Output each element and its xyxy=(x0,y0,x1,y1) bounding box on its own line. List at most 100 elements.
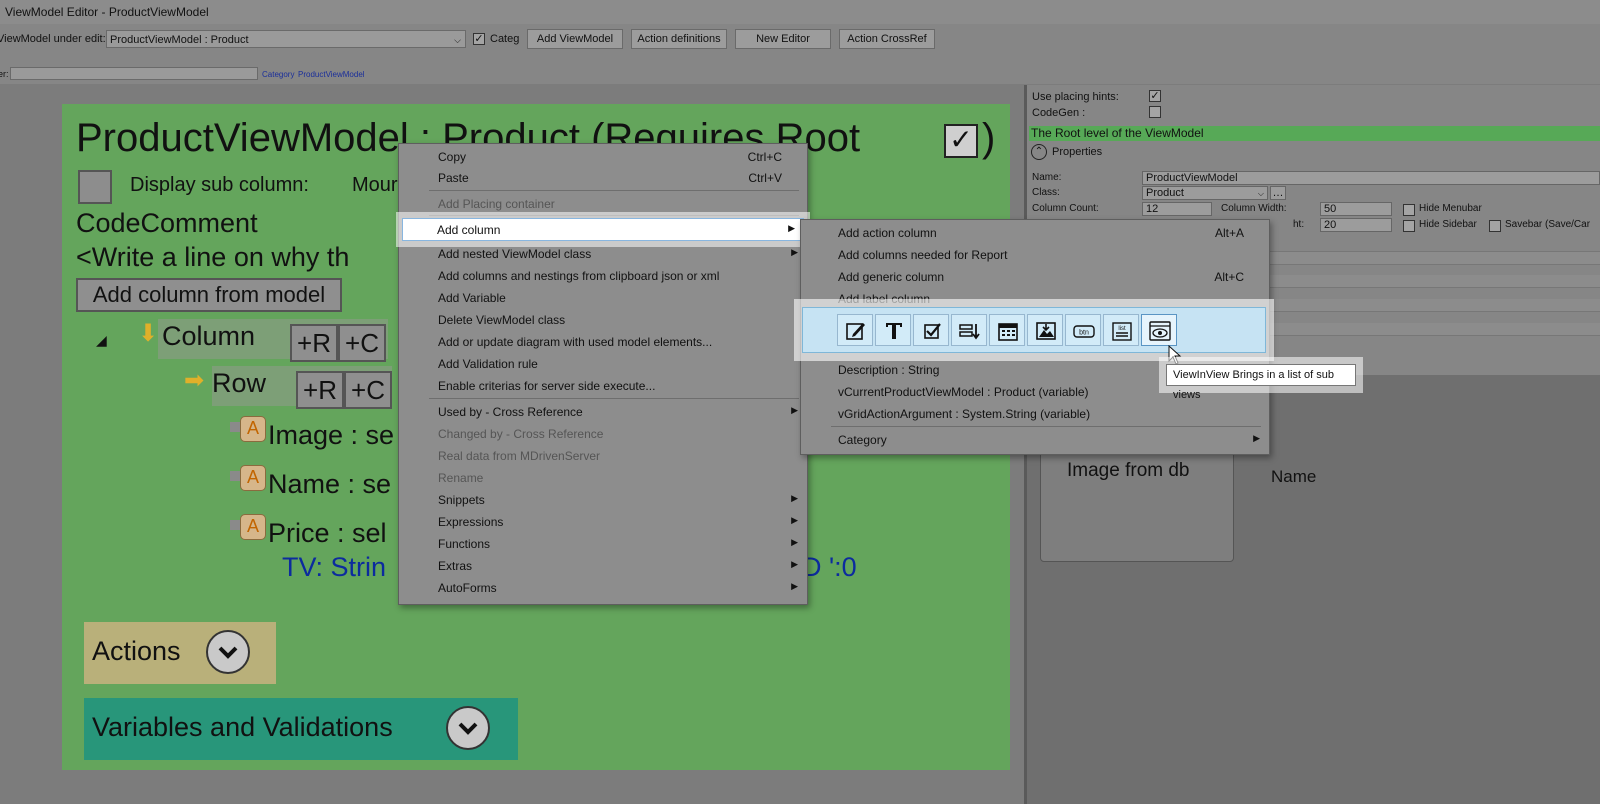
display-sub-columns-checkbox[interactable] xyxy=(78,170,112,204)
menu-item-label: Add columns and nestings from clipboard … xyxy=(438,269,720,283)
column-count-field[interactable]: 12 xyxy=(1142,202,1212,216)
menu-item-add-variable[interactable]: Add Variable xyxy=(400,287,806,308)
column-label[interactable]: Column xyxy=(162,321,255,352)
calendar-icon[interactable] xyxy=(989,314,1025,346)
filter-input[interactable] xyxy=(10,67,258,80)
categ-checkbox[interactable]: ✓ xyxy=(473,33,485,45)
menu-item-paste[interactable]: Paste Ctrl+V xyxy=(400,167,806,188)
chevron-down-icon[interactable] xyxy=(446,706,490,750)
menu-item-enable-criterias[interactable]: Enable criterias for server side execute… xyxy=(400,375,806,396)
class-select-value: Product xyxy=(1146,187,1184,199)
hide-sidebar-checkbox[interactable] xyxy=(1403,220,1415,232)
viewinview-tooltip: ViewInView Brings in a list of sub views xyxy=(1166,364,1356,401)
submenu-item-columns-for-report[interactable]: Add columns needed for Report xyxy=(802,244,1268,265)
submenu-arrow-icon: ▶ xyxy=(791,581,798,591)
submenu-item-add-action-column[interactable]: Add action column Alt+A xyxy=(802,222,1268,243)
column-width-label: Column Width: xyxy=(1221,203,1287,214)
collapse-up-icon[interactable]: ⌃ xyxy=(1031,144,1047,160)
image-icon[interactable] xyxy=(1027,314,1063,346)
viewmodel-select[interactable]: ProductViewModel : Product ⌵ xyxy=(106,30,466,48)
menu-separator xyxy=(429,398,799,399)
combo-icon[interactable] xyxy=(951,314,987,346)
checkbox-icon[interactable] xyxy=(913,314,949,346)
menu-item-copy[interactable]: Copy Ctrl+C xyxy=(400,146,806,167)
tv-string-line: TV: Strin xyxy=(282,552,387,582)
variables-section[interactable]: Variables and Validations xyxy=(84,698,518,760)
viewinview-icon[interactable] xyxy=(1141,314,1177,346)
class-browse-button[interactable]: … xyxy=(1270,186,1286,200)
variables-label: Variables and Validations xyxy=(92,712,393,742)
menu-item-real-data[interactable]: Real data from MDrivenServer xyxy=(400,445,806,466)
menu-item-add-nested-viewmodel[interactable]: Add nested ViewModel class ▶ xyxy=(400,243,806,264)
menu-item-autoforms[interactable]: AutoForms ▶ xyxy=(400,577,806,598)
code-comment-text[interactable]: <Write a line on why th xyxy=(76,242,349,273)
menu-item-used-by[interactable]: Used by - Cross Reference ▶ xyxy=(400,401,806,422)
menu-item-add-from-clipboard[interactable]: Add columns and nestings from clipboard … xyxy=(400,265,806,286)
viewmodel-title-close: ) xyxy=(982,116,996,160)
submenu-arrow-icon: ▶ xyxy=(791,493,798,503)
text-icon[interactable] xyxy=(875,314,911,346)
action-definitions-button[interactable]: Action definitions xyxy=(631,29,727,49)
property-row xyxy=(1267,251,1600,265)
column-width-field[interactable]: 50 xyxy=(1320,202,1392,216)
height-field[interactable]: 20 xyxy=(1320,218,1392,232)
menu-item-label: Add action column xyxy=(838,226,937,240)
collapse-triangle-icon[interactable]: ◢ xyxy=(96,332,107,349)
submenu-item-add-generic-column[interactable]: Add generic column Alt+C xyxy=(802,266,1268,287)
menu-item-label: Snippets xyxy=(438,493,485,507)
row-label[interactable]: Row xyxy=(212,368,266,399)
menu-item-delete-viewmodel[interactable]: Delete ViewModel class xyxy=(400,309,806,330)
hide-menubar-checkbox[interactable] xyxy=(1403,204,1415,216)
category-value[interactable]: ProductViewModel xyxy=(298,70,365,79)
viewmodel-select-value: ProductViewModel : Product xyxy=(110,34,249,46)
menu-item-extras[interactable]: Extras ▶ xyxy=(400,555,806,576)
savebar-checkbox[interactable] xyxy=(1489,220,1501,232)
menu-item-add-column[interactable]: Add column ▶ xyxy=(402,218,804,241)
menu-item-snippets[interactable]: Snippets ▶ xyxy=(400,489,806,510)
menu-item-add-validation-rule[interactable]: Add Validation rule xyxy=(400,353,806,374)
class-select[interactable]: Product ⌵ xyxy=(1142,186,1268,200)
submenu-arrow-icon: ▶ xyxy=(1253,433,1260,443)
button-icon[interactable]: btn xyxy=(1065,314,1101,346)
row-add-row-button[interactable]: +R xyxy=(296,371,344,409)
add-viewmodel-button[interactable]: Add ViewModel xyxy=(527,29,623,49)
submenu-item-add-label-column[interactable]: Add label column xyxy=(802,288,1268,309)
preview-name-label: Name xyxy=(1271,467,1317,486)
menu-item-label: Paste xyxy=(438,171,469,185)
attribute-icon: A xyxy=(240,514,266,540)
use-placing-hints-checkbox[interactable]: ✓ xyxy=(1149,90,1161,102)
edit-icon[interactable] xyxy=(837,314,873,346)
chevron-down-icon[interactable] xyxy=(206,630,250,674)
column-add-row-button[interactable]: +R xyxy=(290,324,338,362)
submenu-item-vgridactionargument[interactable]: vGridActionArgument : System.String (var… xyxy=(802,403,1268,424)
chevron-down-icon: ⌵ xyxy=(1257,189,1264,198)
attribute-image[interactable]: Image : se xyxy=(268,420,394,451)
add-column-from-model-button[interactable]: Add column from model xyxy=(76,278,342,312)
codegen-checkbox[interactable] xyxy=(1149,106,1161,118)
row-add-column-button[interactable]: +C xyxy=(344,371,392,409)
submenu-item-category[interactable]: Category ▶ xyxy=(802,429,1268,450)
attribute-price[interactable]: Price : sel xyxy=(268,518,387,549)
menu-item-functions[interactable]: Functions ▶ xyxy=(400,533,806,554)
attribute-name[interactable]: Name : se xyxy=(268,469,391,500)
name-label: Name: xyxy=(1032,172,1062,183)
actions-section[interactable]: Actions xyxy=(84,622,276,684)
menu-item-rename[interactable]: Rename xyxy=(400,467,806,488)
menu-item-label: Add Placing container xyxy=(438,197,555,211)
column-add-column-button[interactable]: +C xyxy=(338,324,386,362)
properties-label: Properties xyxy=(1052,146,1103,158)
list-icon[interactable]: list xyxy=(1103,314,1139,346)
menu-item-shortcut: Alt+C xyxy=(1214,270,1244,284)
new-editor-button[interactable]: New Editor xyxy=(735,29,831,49)
menu-item-changed-by[interactable]: Changed by - Cross Reference xyxy=(400,423,806,444)
menu-item-update-diagram[interactable]: Add or update diagram with used model el… xyxy=(400,331,806,352)
name-field[interactable]: ProductViewModel xyxy=(1142,171,1600,185)
requires-root-checkbox[interactable]: ✓ xyxy=(944,124,978,158)
menu-item-label: Functions xyxy=(438,537,491,551)
column-count-label: Column Count: xyxy=(1032,203,1099,214)
menu-item-expressions[interactable]: Expressions ▶ xyxy=(400,511,806,532)
action-crossref-button[interactable]: Action CrossRef xyxy=(839,29,935,49)
menu-item-shortcut: Ctrl+C xyxy=(747,150,782,164)
menu-item-label: vCurrentProductViewModel : Product (vari… xyxy=(838,385,1089,399)
menu-item-add-placing-container[interactable]: Add Placing container xyxy=(400,193,806,214)
